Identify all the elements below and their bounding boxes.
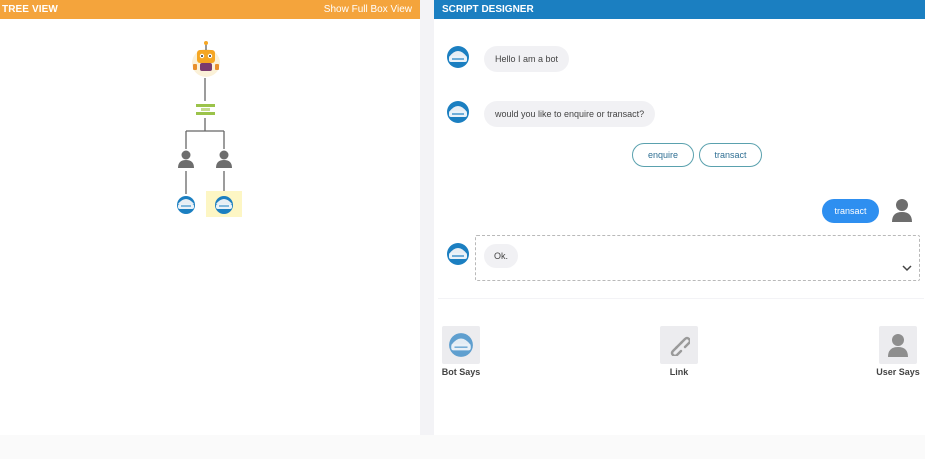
- bot-avatar-icon: [447, 46, 469, 68]
- user-reply-bubble[interactable]: transact: [822, 199, 879, 223]
- link-tool-box[interactable]: [660, 326, 698, 364]
- choice-enquire-button[interactable]: enquire: [632, 143, 694, 167]
- user-says-tool[interactable]: User Says: [868, 326, 925, 377]
- script-designer-header: SCRIPT DESIGNER: [434, 0, 925, 19]
- user-says-icon: [888, 334, 908, 357]
- toolbox-separator: [438, 298, 924, 299]
- tree-canvas: [177, 41, 242, 217]
- link-tool[interactable]: Link: [649, 326, 709, 377]
- user-node-icon-1[interactable]: [178, 150, 194, 169]
- tree-view-title: TREE VIEW: [2, 4, 58, 15]
- bottom-strip: [0, 435, 925, 459]
- user-node-icon-2[interactable]: [216, 150, 232, 169]
- message-edit-box[interactable]: Ok.: [475, 235, 920, 281]
- bot-node-icon-2[interactable]: [215, 196, 233, 214]
- user-avatar-icon: [892, 199, 912, 222]
- choice-transact-button[interactable]: transact: [699, 143, 762, 167]
- bot-message-1[interactable]: Hello I am a bot: [484, 46, 570, 72]
- bot-avatar-icon: [447, 101, 469, 123]
- bot-says-tool-box[interactable]: [442, 326, 480, 364]
- bot-says-icon: [449, 333, 473, 357]
- tree-view-panel: TREE VIEW Show Full Box View: [0, 0, 420, 435]
- bot-node-icon-1[interactable]: [177, 196, 195, 214]
- editing-message-text[interactable]: Ok.: [484, 244, 519, 268]
- root-bot-icon[interactable]: [192, 41, 220, 77]
- script-designer-title: SCRIPT DESIGNER: [442, 4, 534, 15]
- bot-says-label: Bot Says: [441, 367, 481, 377]
- bot-avatar-icon: [447, 243, 469, 265]
- tree-view-header: TREE VIEW Show Full Box View: [0, 0, 420, 19]
- tree-connectors: [185, 78, 225, 194]
- link-label: Link: [669, 367, 689, 377]
- link-icon: [670, 336, 690, 356]
- script-designer-panel: SCRIPT DESIGNER Hello I am a bot would y…: [434, 0, 925, 459]
- bot-says-tool[interactable]: Bot Says: [431, 326, 491, 377]
- bot-message-2[interactable]: would you like to enquire or transact?: [484, 101, 656, 127]
- show-full-box-view-link[interactable]: Show Full Box View: [324, 4, 412, 15]
- user-says-label: User Says: [876, 367, 920, 377]
- user-says-tool-box[interactable]: [879, 326, 917, 364]
- condition-icon[interactable]: [196, 104, 215, 115]
- chevron-down-icon[interactable]: [901, 262, 913, 274]
